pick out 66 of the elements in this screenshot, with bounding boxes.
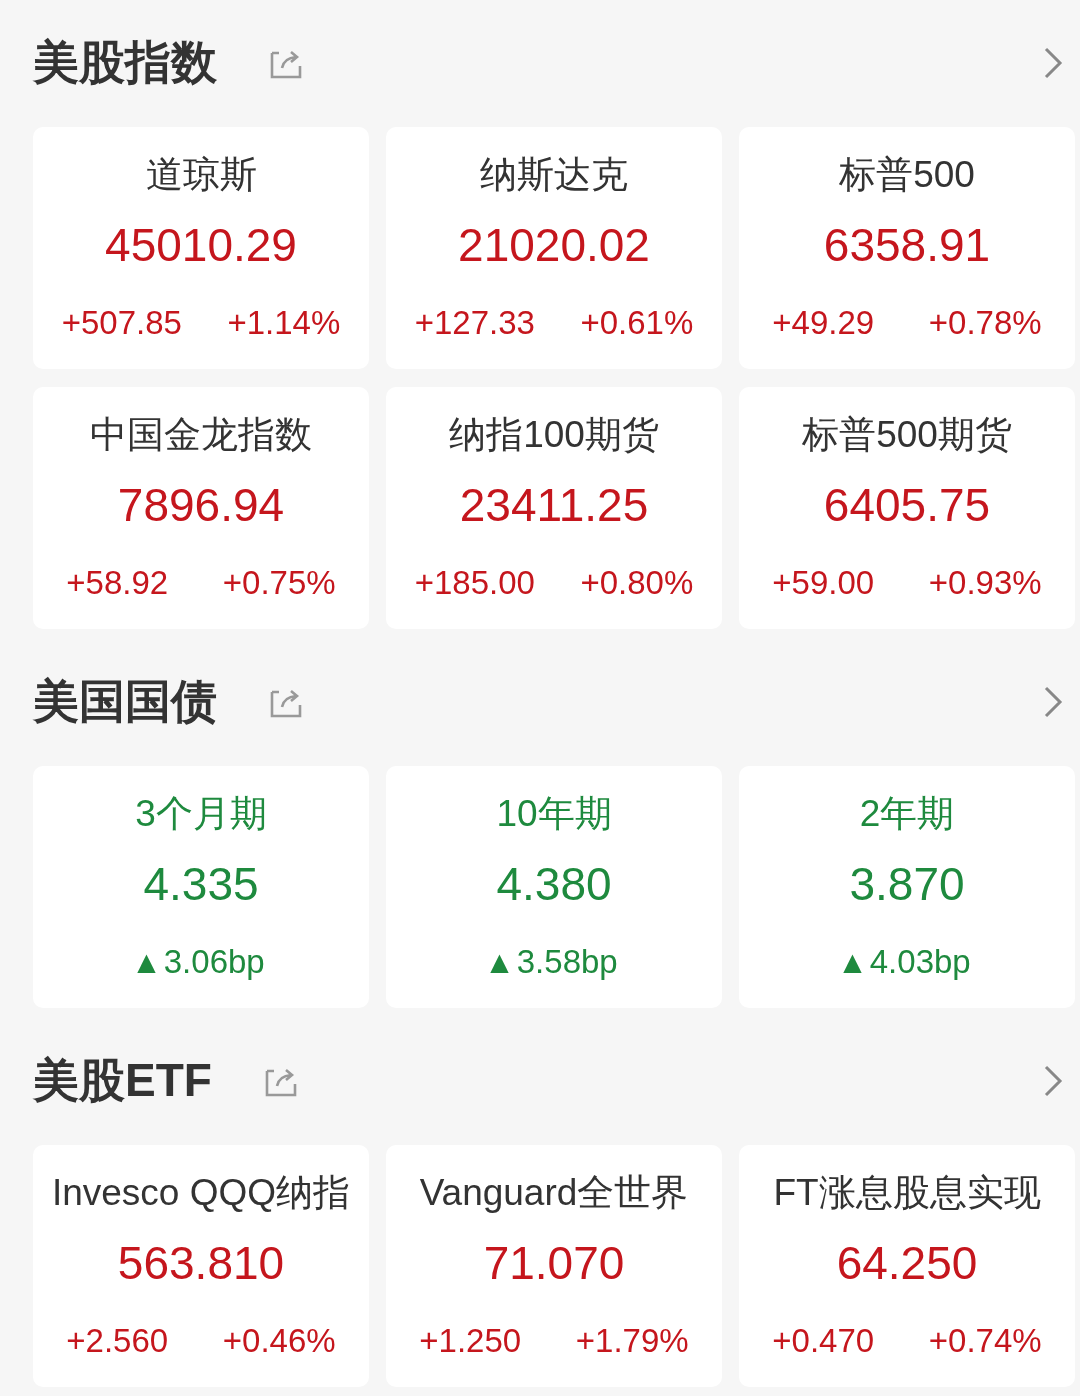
quote-value: 7896.94 [117,478,285,532]
quote-card[interactable]: 2年期 3.870 ▲ 4.03bp [739,766,1075,1008]
quote-name: 纳斯达克 [480,153,628,197]
up-triangle-icon: ▲ [843,948,862,976]
quote-name: 标普500 [839,153,975,197]
section-title: 美国国债 [33,673,217,729]
section-title: 美股ETF [33,1052,212,1108]
change-amount: 4.03bp [869,943,971,981]
change-percent: +0.80% [580,564,694,602]
up-triangle-icon: ▲ [490,948,509,976]
quote-name: 中国金龙指数 [90,413,312,457]
quote-value: 563.810 [117,1236,285,1290]
quote-value: 6405.75 [823,478,991,532]
chevron-right-icon[interactable] [1042,684,1064,719]
quote-name: 10年期 [496,792,612,836]
quote-card[interactable]: 10年期 4.380 ▲ 3.58bp [386,766,722,1008]
quote-value: 6358.91 [823,218,991,272]
quote-name: FT涨息股息实现 [773,1171,1041,1215]
change-percent: +0.78% [928,304,1042,342]
quote-card[interactable]: Invesco QQQ纳指 563.810 +2.560 +0.46% [33,1145,369,1387]
change-percent: +1.14% [227,304,341,342]
chevron-right-icon[interactable] [1042,1063,1064,1098]
change-amount: +58.92 [66,564,169,602]
change-amount: +1.250 [419,1322,522,1360]
change-amount: 3.06bp [163,943,265,981]
quote-name: 标普500期货 [802,413,1012,457]
quote-value: 21020.02 [458,218,650,272]
quote-card[interactable]: Vanguard全世界 71.070 +1.250 +1.79% [386,1145,722,1387]
quote-card[interactable]: 标普500期货 6405.75 +59.00 +0.93% [739,387,1075,629]
change-amount: +185.00 [414,564,535,602]
quote-card[interactable]: 纳斯达克 21020.02 +127.33 +0.61% [386,127,722,369]
change-amount: +49.29 [772,304,875,342]
change-amount: +507.85 [61,304,182,342]
quote-name: 纳指100期货 [449,413,659,457]
quote-value: 3.870 [849,857,965,911]
quote-value: 23411.25 [459,478,649,532]
quote-value: 4.335 [143,857,259,911]
quote-value: 45010.29 [105,218,297,272]
change-amount: 3.58bp [516,943,618,981]
quote-card[interactable]: 标普500 6358.91 +49.29 +0.78% [739,127,1075,369]
quote-card[interactable]: 纳指100期货 23411.25 +185.00 +0.80% [386,387,722,629]
quote-name: Invesco QQQ纳指 [51,1171,351,1215]
change-amount: +59.00 [772,564,875,602]
quote-value: 4.380 [496,857,612,911]
change-percent: +0.75% [222,564,336,602]
quote-value: 71.070 [483,1236,625,1290]
change-percent: +0.46% [222,1322,336,1360]
change-percent: +0.93% [928,564,1042,602]
change-amount: +127.33 [414,304,535,342]
section-title: 美股指数 [33,34,217,90]
change-percent: +1.79% [575,1322,689,1360]
quote-name: 道琼斯 [145,153,257,197]
up-triangle-icon: ▲ [137,948,156,976]
quote-card[interactable]: 中国金龙指数 7896.94 +58.92 +0.75% [33,387,369,629]
change-amount: +0.470 [772,1322,875,1360]
quote-name: 2年期 [859,792,955,836]
change-amount: +2.560 [66,1322,169,1360]
quote-name: 3个月期 [135,792,267,836]
quote-card[interactable]: FT涨息股息实现 64.250 +0.470 +0.74% [739,1145,1075,1387]
quote-card[interactable]: 道琼斯 45010.29 +507.85 +1.14% [33,127,369,369]
quote-card[interactable]: 3个月期 4.335 ▲ 3.06bp [33,766,369,1008]
chevron-right-icon[interactable] [1042,45,1064,80]
quote-value: 64.250 [836,1236,978,1290]
change-percent: +0.74% [928,1322,1042,1360]
quote-name: Vanguard全世界 [419,1171,689,1215]
change-percent: +0.61% [580,304,694,342]
